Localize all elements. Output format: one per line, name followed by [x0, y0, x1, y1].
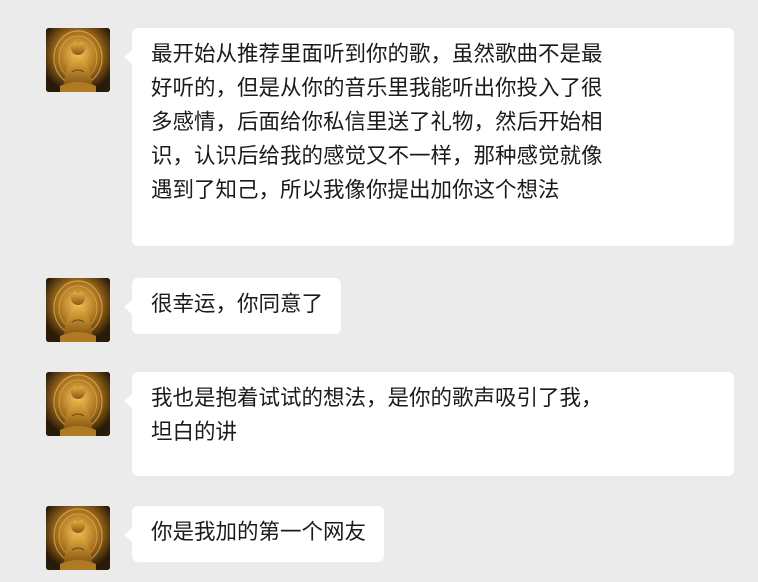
message-row: 很幸运，你同意了	[46, 278, 342, 342]
message-bubble[interactable]: 我也是抱着试试的想法，是你的歌声吸引了我， 坦白的讲	[124, 372, 734, 476]
message-row: 我也是抱着试试的想法，是你的歌声吸引了我， 坦白的讲	[46, 372, 734, 476]
message-bubble[interactable]: 很幸运，你同意了	[123, 278, 342, 334]
message-bubble[interactable]: 最开始从推荐里面听到你的歌，虽然歌曲不是最 好听的，但是从你的音乐里我能听出你投…	[124, 28, 734, 246]
golden-buddha-avatar-icon[interactable]	[46, 372, 110, 436]
chat-area: 最开始从推荐里面听到你的歌，虽然歌曲不是最 好听的，但是从你的音乐里我能听出你投…	[0, 0, 758, 582]
message-row: 你是我加的第一个网友	[46, 506, 385, 570]
golden-buddha-avatar-icon[interactable]	[46, 278, 110, 342]
message-row: 最开始从推荐里面听到你的歌，虽然歌曲不是最 好听的，但是从你的音乐里我能听出你投…	[46, 28, 734, 246]
golden-buddha-avatar-icon[interactable]	[46, 28, 110, 92]
message-bubble[interactable]: 你是我加的第一个网友	[123, 506, 385, 562]
golden-buddha-avatar-icon[interactable]	[46, 506, 110, 570]
